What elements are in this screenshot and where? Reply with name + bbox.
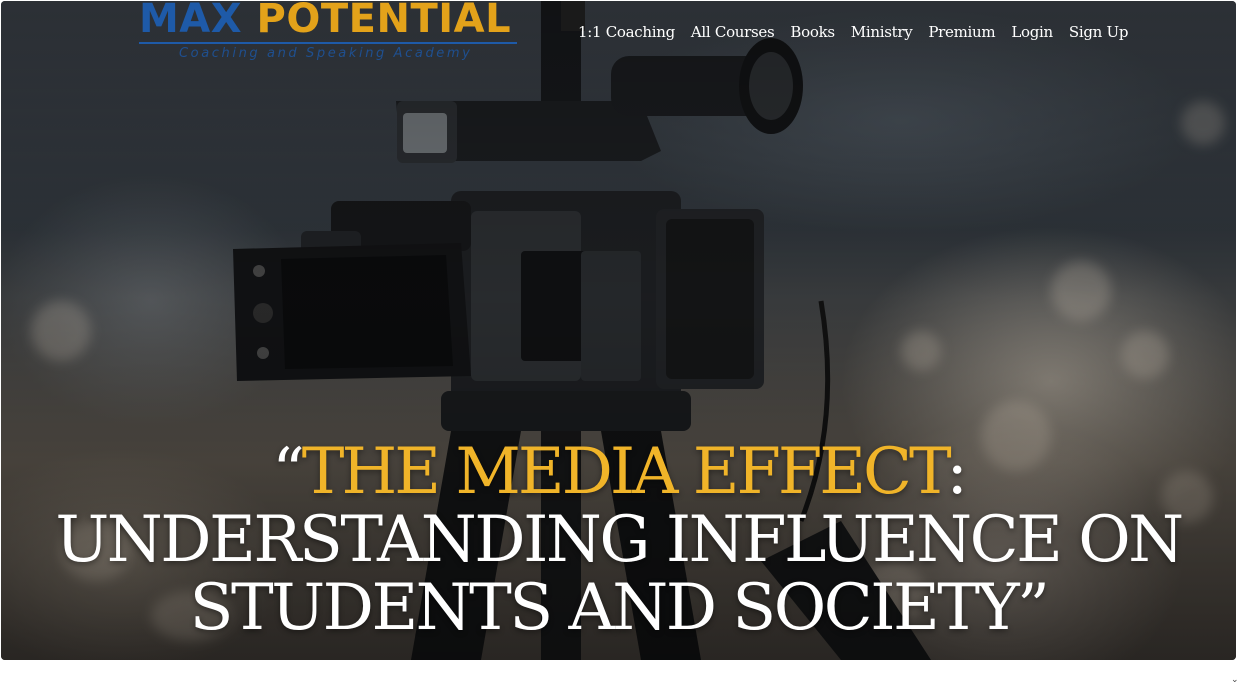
nav-link-all-courses[interactable]: All Courses xyxy=(691,21,775,43)
nav-link-login[interactable]: Login xyxy=(1011,21,1053,43)
chevron-down-icon: ⌄ xyxy=(1231,675,1239,685)
headline-line-2: UNDERSTANDING INFLUENCE ON xyxy=(55,503,1184,578)
nav-link-sign-up[interactable]: Sign Up xyxy=(1069,21,1129,43)
headline-open-quote: “ xyxy=(272,435,305,510)
logo-divider xyxy=(139,42,517,44)
nav-link-coaching[interactable]: 1:1 Coaching xyxy=(578,21,675,43)
logo-max-text: MAX xyxy=(139,1,243,42)
headline-highlight: THE MEDIA EFFECT xyxy=(301,435,950,510)
logo-potential-text: POTENTIAL xyxy=(256,1,512,42)
nav-link-ministry[interactable]: Ministry xyxy=(851,21,913,43)
headline-line-1: “THE MEDIA EFFECT: xyxy=(1,438,1236,506)
logo-tagline: Coaching and Speaking Academy xyxy=(179,46,473,61)
hero-headline: “THE MEDIA EFFECT: UNDERSTANDING INFLUEN… xyxy=(1,438,1236,642)
site-logo[interactable]: MAX POTENTIAL Coaching and Speaking Acad… xyxy=(139,1,519,65)
headline-colon: : xyxy=(946,435,967,510)
hero-section: MAX POTENTIAL Coaching and Speaking Acad… xyxy=(1,1,1236,660)
nav-link-books[interactable]: Books xyxy=(790,21,835,43)
main-nav: 1:1 Coaching All Courses Books Ministry … xyxy=(578,21,1128,43)
nav-link-premium[interactable]: Premium xyxy=(928,21,995,43)
logo-wordmark: MAX POTENTIAL xyxy=(139,1,511,43)
headline-line-3: STUDENTS AND SOCIETY” xyxy=(189,571,1050,646)
